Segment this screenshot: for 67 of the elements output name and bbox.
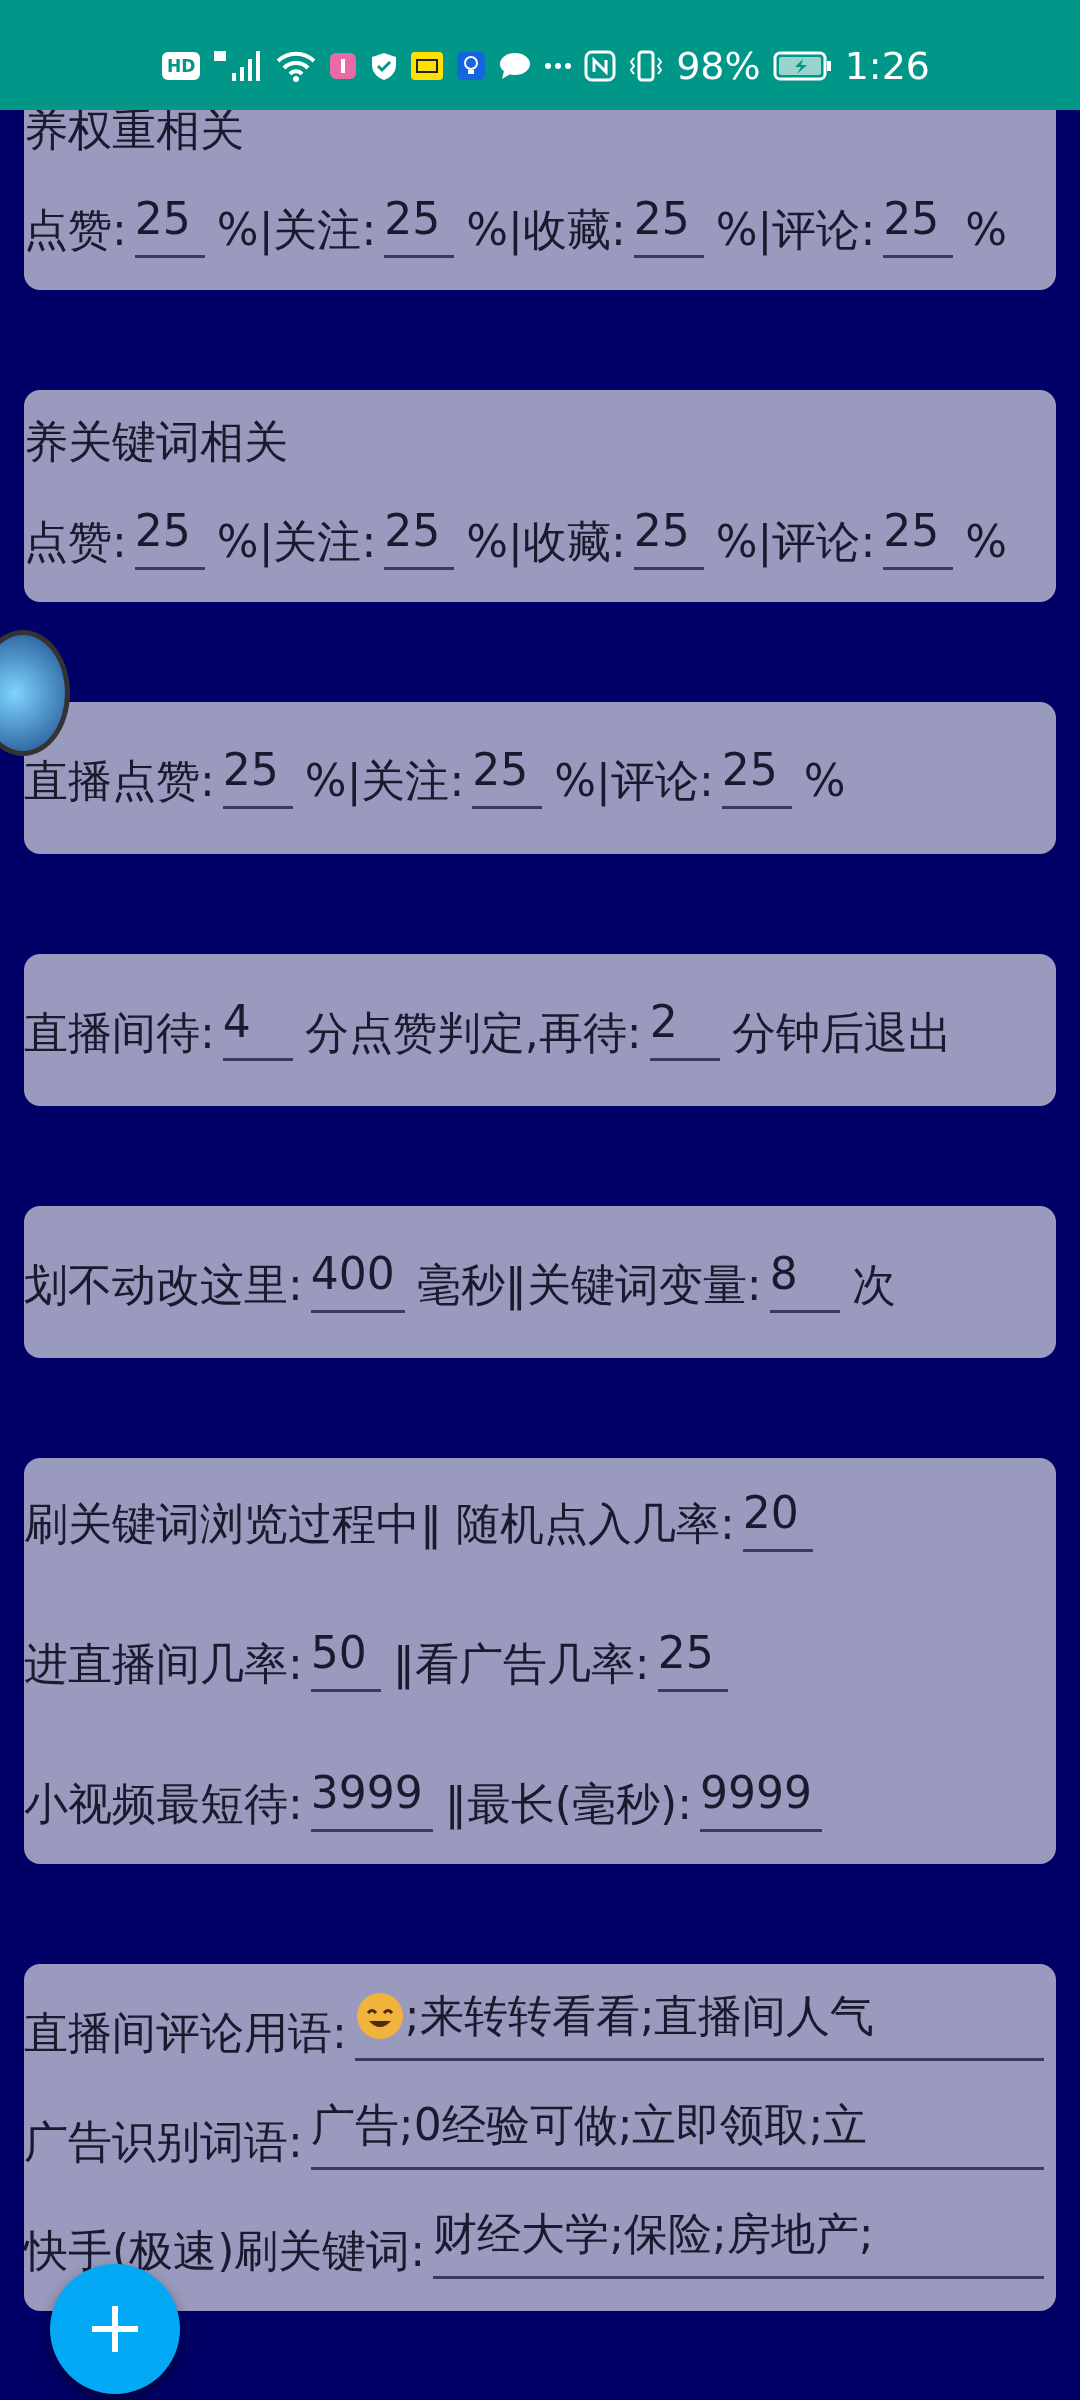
clock: 1:26: [844, 44, 930, 88]
input-field[interactable]: 20: [742, 1485, 813, 1552]
field-label: ‖看广告几率:: [392, 1637, 651, 1692]
field-label: %|评论:: [554, 754, 715, 809]
input-field[interactable]: 25: [883, 191, 954, 258]
app-icon: [410, 51, 445, 81]
wifi-icon: [276, 49, 317, 83]
input-field[interactable]: 25: [657, 1625, 728, 1692]
input-field[interactable]: 25: [721, 742, 792, 809]
field-label: %|关注:: [216, 515, 378, 570]
lightbulb-icon: [456, 51, 487, 81]
field-label: %: [965, 203, 1009, 257]
input-field[interactable]: 8: [769, 1246, 840, 1313]
field-label: 点赞:: [24, 515, 128, 569]
field-label: %|评论:: [715, 515, 877, 570]
text-input-field[interactable]: 财经大学;保险;房地产;: [433, 2206, 1044, 2279]
field-label: 直播点赞:: [24, 754, 216, 808]
more-icon: [544, 62, 573, 70]
field-label: %|关注:: [216, 203, 378, 258]
app-icon: [328, 51, 359, 81]
field-label: %|评论:: [715, 203, 877, 258]
field-label: 广告识别词语:: [24, 2115, 304, 2169]
field-label: 直播间评论用语:: [24, 2006, 348, 2060]
input-field[interactable]: 25: [883, 503, 954, 570]
field-label: 刷关键词浏览过程中‖ 随机点入几率:: [24, 1497, 736, 1552]
input-field[interactable]: 400: [310, 1246, 405, 1313]
input-field[interactable]: 25: [134, 191, 205, 258]
plus-icon: [92, 2306, 138, 2352]
field-label: 小视频最短待:: [24, 1777, 304, 1831]
field-label: %|收藏:: [466, 515, 627, 570]
field-label: 毫秒‖关键词变量:: [416, 1258, 763, 1313]
field-label: %: [965, 515, 1009, 569]
text-input-field[interactable]: 广告;0经验可做;立即领取;立: [310, 2097, 1044, 2170]
card-title: 养关键词相关: [24, 415, 289, 469]
input-field[interactable]: 50: [310, 1625, 381, 1692]
field-label: 进直播间几率:: [24, 1637, 304, 1691]
chat-bubble-icon: [498, 51, 533, 81]
battery-percent: 98%: [676, 44, 761, 88]
field-label: %|关注:: [304, 754, 466, 809]
vibrate-icon: [628, 50, 665, 82]
smiley-icon: [354, 1991, 405, 2041]
field-label: 划不动改这里:: [24, 1258, 304, 1312]
input-field[interactable]: 25: [134, 503, 205, 570]
input-field[interactable]: 9999: [699, 1765, 822, 1832]
text-input-field[interactable]: ;来转转看看;直播间人气: [354, 1988, 1044, 2061]
input-field[interactable]: 25: [472, 742, 543, 809]
input-field[interactable]: 3999: [310, 1765, 433, 1832]
hd-badge: HD: [162, 52, 201, 80]
field-label: 直播间待:: [24, 1006, 216, 1060]
field-label: 分点赞判定,再待:: [304, 1006, 643, 1060]
field-label: 分钟后退出: [731, 1006, 953, 1060]
input-field[interactable]: 25: [384, 191, 455, 258]
input-field[interactable]: 25: [633, 191, 704, 258]
input-field[interactable]: 25: [633, 503, 704, 570]
nfc-icon: [584, 50, 617, 82]
input-field[interactable]: 2: [649, 994, 720, 1061]
input-field[interactable]: 25: [384, 503, 455, 570]
field-label: 次: [851, 1258, 897, 1312]
field-label: ‖最长(毫秒):: [444, 1777, 693, 1832]
input-field[interactable]: 4: [222, 994, 293, 1061]
field-label: 点赞:: [24, 203, 128, 257]
field-label: %|收藏:: [466, 203, 627, 258]
field-label: %: [803, 754, 847, 808]
shield-icon: [370, 51, 399, 81]
input-field[interactable]: 25: [222, 742, 293, 809]
battery-charging-icon: [772, 50, 833, 82]
card-title: 养权重相关: [24, 103, 245, 157]
